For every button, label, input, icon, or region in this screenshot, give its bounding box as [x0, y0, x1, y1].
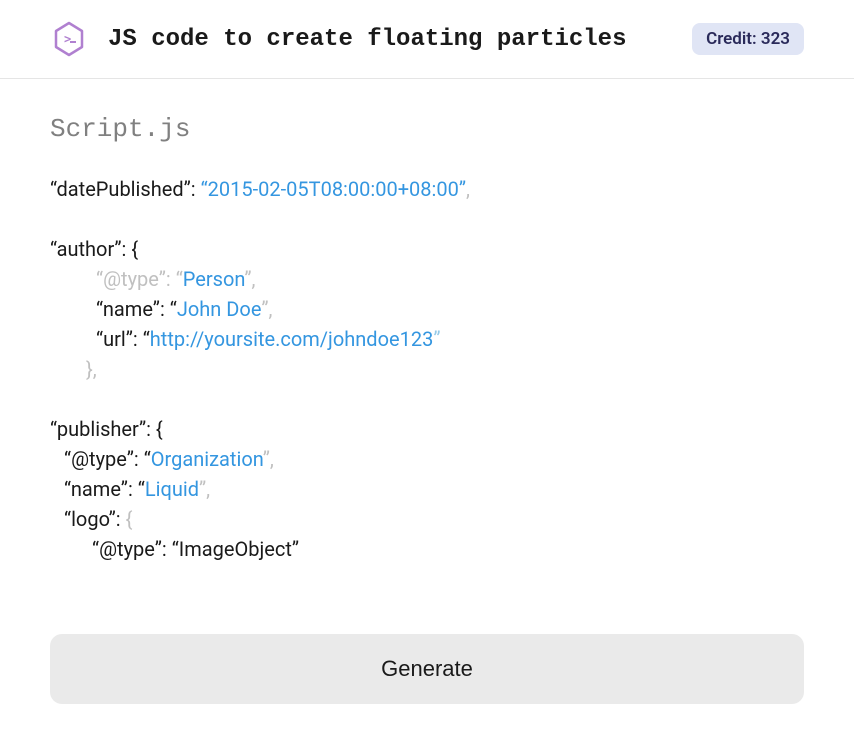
generate-button[interactable]: Generate	[50, 634, 804, 704]
logo-icon: >	[50, 20, 88, 58]
header: > JS code to create floating particles C…	[0, 0, 854, 79]
code-line: “datePublished”: “2015-02-05T08:00:00+08…	[50, 174, 804, 204]
content: Script.js “datePublished”: “2015-02-05T0…	[0, 79, 854, 584]
page-title: JS code to create floating particles	[108, 26, 692, 53]
code-line: “publisher”: {	[50, 414, 804, 444]
code-line: “@type”: “Organization”,	[50, 444, 804, 474]
code-block: “datePublished”: “2015-02-05T08:00:00+08…	[50, 174, 804, 564]
code-line: “@type”: “Person”,	[50, 264, 804, 294]
svg-text:>: >	[64, 32, 71, 46]
code-line: “name”: “Liquid”,	[50, 474, 804, 504]
code-line: “@type”: “ImageObject”	[50, 534, 804, 564]
code-line: },	[50, 354, 804, 384]
code-line: “url”: “http://yoursite.com/johndoe123”	[50, 324, 804, 354]
credit-badge: Credit: 323	[692, 23, 804, 55]
script-filename: Script.js	[50, 114, 804, 144]
code-line: “author”: {	[50, 234, 804, 264]
code-line: “logo”: {	[50, 504, 804, 534]
code-line: “name”: “John Doe”,	[50, 294, 804, 324]
